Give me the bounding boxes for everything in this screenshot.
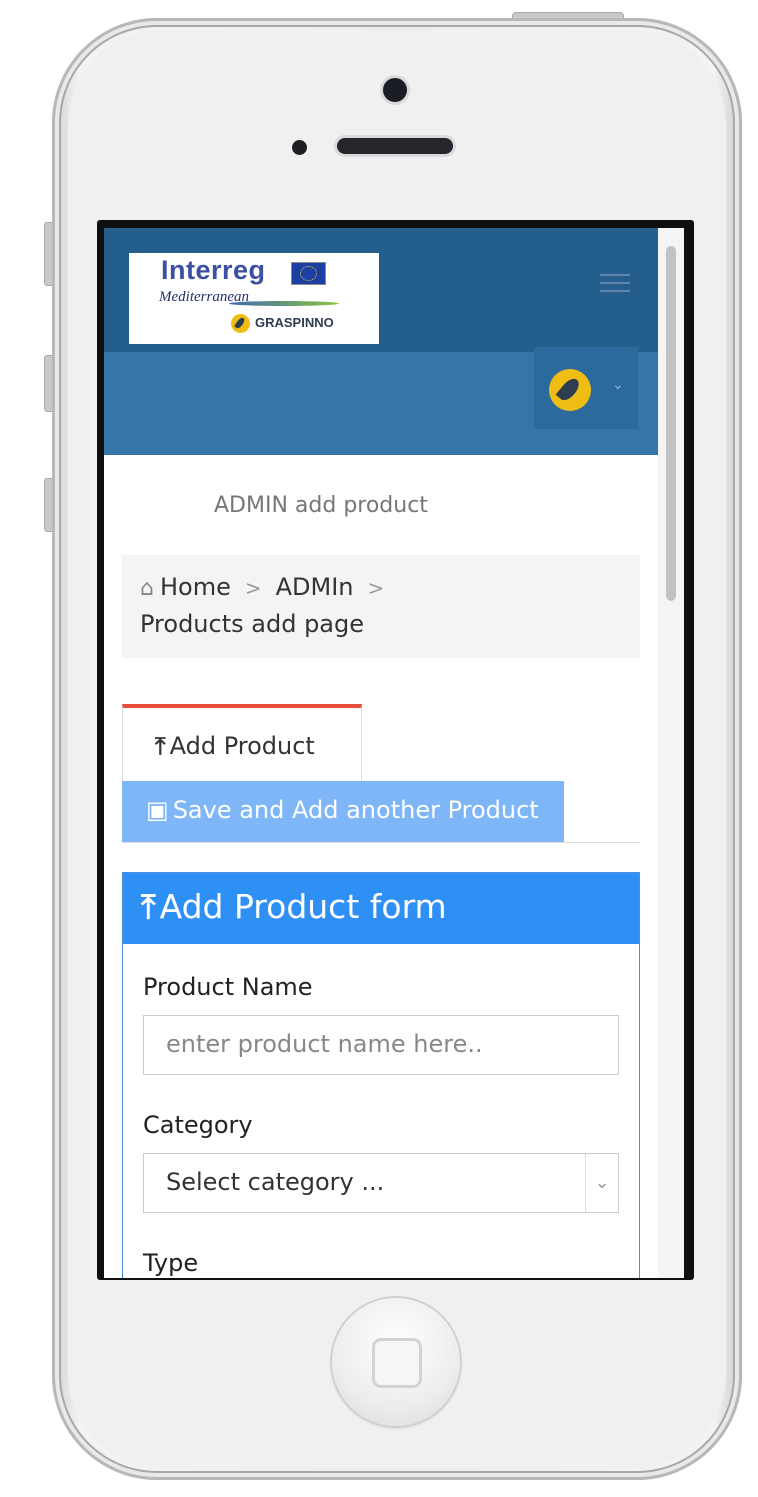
add-product-form-panel: ⤒ Add Product form Product Name enter pro… (122, 872, 640, 1278)
category-selected-value: Select category ... (166, 1168, 385, 1196)
tab-save-and-add-label: Save and Add another Product (172, 796, 539, 824)
tab-add-product[interactable]: ⤒ Add Product (122, 704, 362, 786)
scrollbar-thumb[interactable] (666, 246, 676, 601)
breadcrumb-separator: > (367, 576, 385, 600)
form-title: Add Product form (159, 887, 447, 926)
floppy-disk-icon: ▣ (146, 796, 169, 824)
breadcrumb-home-link[interactable]: Home (160, 573, 231, 601)
browser-viewport: Interreg Mediterranean GRASPINNO ⌄ ADMIN… (104, 228, 684, 1278)
form-header: ⤒ Add Product form (123, 873, 639, 944)
tab-save-and-add[interactable]: ▣ Save and Add another Product (122, 781, 564, 843)
page-title: ADMIN add product (214, 493, 428, 518)
graspinno-leaf-icon (231, 314, 250, 333)
category-label: Category (143, 1111, 253, 1139)
product-name-placeholder: enter product name here.. (166, 1030, 483, 1058)
leaf-avatar-icon (549, 369, 591, 411)
product-name-input[interactable]: enter product name here.. (143, 1015, 619, 1075)
breadcrumb: ⌂ Home > ADMIn > Products add page (122, 555, 640, 658)
user-bar: ⌄ (104, 347, 659, 455)
proximity-sensor (292, 140, 307, 155)
logo-swoosh-icon (229, 301, 339, 306)
breadcrumb-admin-link[interactable]: ADMIn (276, 573, 354, 601)
logo-graspinno-text: GRASPINNO (255, 315, 334, 330)
home-square-icon (372, 1338, 422, 1388)
user-menu-button[interactable]: ⌄ (534, 347, 638, 429)
hamburger-icon[interactable] (600, 274, 630, 296)
top-navbar: Interreg Mediterranean GRASPINNO (104, 228, 659, 352)
eu-flag-icon (291, 262, 326, 285)
page-scrollbar[interactable] (658, 228, 684, 1278)
breadcrumb-separator: > (244, 576, 262, 600)
front-camera (383, 78, 407, 102)
site-logo[interactable]: Interreg Mediterranean GRASPINNO (129, 253, 379, 344)
upload-icon: ⤒ (141, 887, 156, 926)
breadcrumb-current: Products add page (140, 610, 365, 638)
page-content: Interreg Mediterranean GRASPINNO ⌄ ADMIN… (104, 228, 659, 1278)
tab-add-product-label: Add Product (169, 732, 315, 760)
product-name-label: Product Name (143, 973, 313, 1001)
tabs-divider (122, 842, 640, 843)
type-label: Type (143, 1249, 199, 1277)
earpiece-speaker (337, 138, 453, 154)
category-select[interactable]: Select category ... ⌄ (143, 1153, 619, 1213)
chevron-down-icon: ⌄ (612, 377, 624, 393)
home-button[interactable] (332, 1298, 460, 1426)
home-icon: ⌂ (140, 576, 154, 601)
upload-icon: ⤒ (155, 732, 166, 760)
chevron-down-icon: ⌄ (585, 1154, 618, 1212)
logo-interreg-text: Interreg (161, 255, 266, 285)
